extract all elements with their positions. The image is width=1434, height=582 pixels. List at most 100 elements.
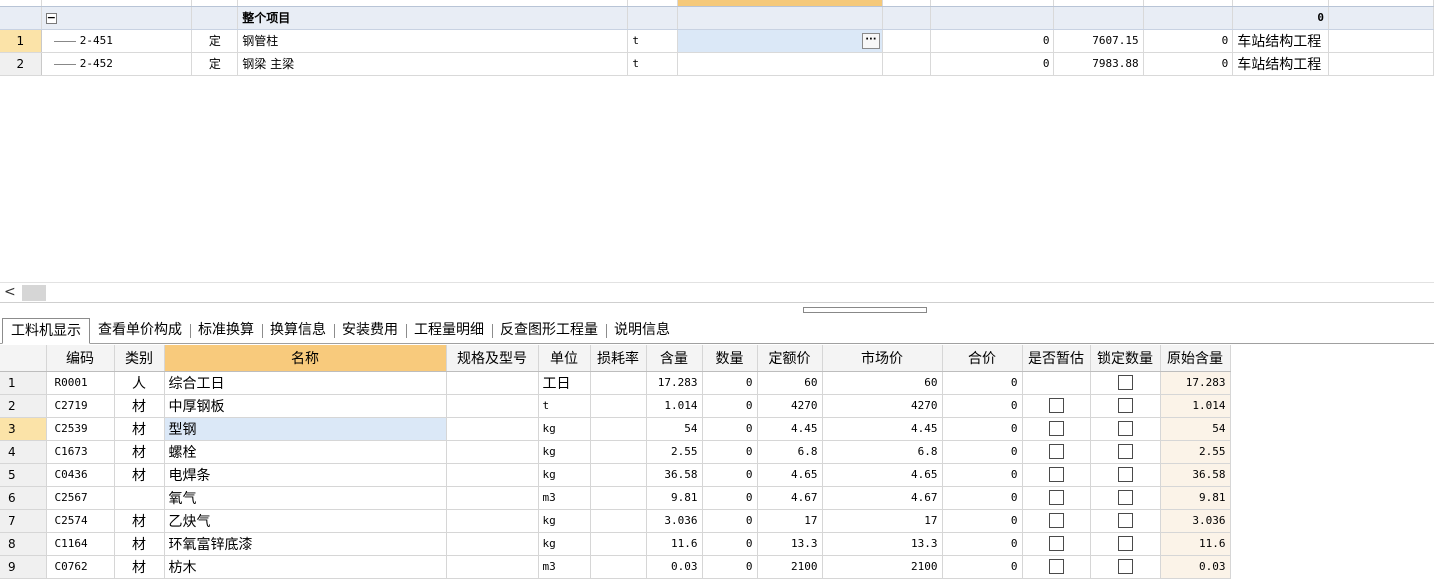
lock-qty-cell[interactable] [1090, 371, 1161, 395]
resource-total[interactable]: 0 [942, 532, 1023, 556]
row-number[interactable]: 5 [0, 463, 47, 487]
resource-unit[interactable]: kg [538, 417, 591, 441]
item-qty[interactable]: 0 [930, 29, 1055, 53]
estimate-cell[interactable] [1022, 555, 1091, 579]
lock-qty-cell[interactable] [1090, 555, 1161, 579]
tab-conversion-info[interactable]: 换算信息 [262, 319, 334, 343]
header-quantity[interactable]: 数量 [702, 345, 758, 372]
item-category[interactable]: 车站结构工程 [1232, 29, 1330, 53]
resource-name[interactable]: 型钢 [164, 417, 447, 441]
resource-spec[interactable] [446, 371, 539, 395]
resource-type[interactable] [114, 486, 165, 510]
header-unit[interactable]: 单位 [538, 345, 591, 372]
resource-code[interactable]: C1164 [46, 532, 115, 556]
estimate-checkbox[interactable] [1048, 467, 1064, 482]
item-total[interactable]: 0 [1143, 52, 1234, 76]
resource-total[interactable]: 0 [942, 371, 1023, 395]
row-number[interactable]: 9 [0, 555, 47, 579]
lock-qty-cell[interactable] [1090, 394, 1161, 418]
resource-quantity[interactable]: 0 [702, 394, 758, 418]
resource-loss-rate[interactable] [590, 555, 647, 579]
resource-code[interactable]: C1673 [46, 440, 115, 464]
resource-row[interactable]: 6 C2567 氧气 m3 9.81 0 4.67 4.67 0 9.81 [0, 486, 1231, 510]
resource-row[interactable]: 5 C0436 材电焊条 kg 36.58 0 4.65 4.65 0 36.58 [0, 463, 1231, 487]
lock-qty-cell[interactable] [1090, 463, 1161, 487]
resource-content[interactable]: 3.036 [646, 509, 703, 533]
lock-qty-checkbox[interactable] [1117, 398, 1133, 413]
resource-market-price[interactable]: 6.8 [822, 440, 943, 464]
resource-loss-rate[interactable] [590, 371, 647, 395]
tab-standard-conversion[interactable]: 标准换算 [190, 319, 262, 343]
estimate-checkbox[interactable] [1048, 513, 1064, 528]
resource-row[interactable]: 9 C0762 材枋木 m3 0.03 0 2100 2100 0 0.03 [0, 555, 1231, 579]
estimate-checkbox[interactable] [1048, 536, 1064, 551]
tab-installation-cost[interactable]: 安装费用 [334, 319, 406, 343]
resource-type[interactable]: 材 [114, 417, 165, 441]
resource-type[interactable]: 材 [114, 532, 165, 556]
lock-qty-checkbox[interactable] [1117, 559, 1133, 574]
resource-unit[interactable]: kg [538, 440, 591, 464]
row-number[interactable]: 8 [0, 532, 47, 556]
resource-code[interactable]: C2574 [46, 509, 115, 533]
lock-qty-checkbox[interactable] [1117, 421, 1133, 436]
resource-total[interactable]: 0 [942, 394, 1023, 418]
resource-market-price[interactable]: 4270 [822, 394, 943, 418]
resource-quantity[interactable]: 0 [702, 532, 758, 556]
resource-market-price[interactable]: 2100 [822, 555, 943, 579]
resource-total[interactable]: 0 [942, 417, 1023, 441]
tab-description[interactable]: 说明信息 [606, 319, 678, 343]
tab-reverse-lookup-quantity[interactable]: 反查图形工程量 [492, 319, 606, 343]
estimate-checkbox[interactable] [1048, 559, 1064, 574]
resource-loss-rate[interactable] [590, 532, 647, 556]
resource-total[interactable]: 0 [942, 440, 1023, 464]
header-quota-price[interactable]: 定额价 [757, 345, 823, 372]
resource-market-price[interactable]: 17 [822, 509, 943, 533]
estimate-cell[interactable] [1022, 463, 1091, 487]
header-type[interactable]: 类别 [114, 345, 165, 372]
ellipsis-button[interactable]: ··· [861, 32, 880, 49]
resource-unit[interactable]: t [538, 394, 591, 418]
group-row[interactable]: − 整个项目 0 [0, 6, 1434, 30]
item-name[interactable]: 钢管柱 [237, 29, 629, 53]
row-number[interactable]: 2 [0, 52, 42, 76]
item-name[interactable]: 钢梁 主梁 [237, 52, 629, 76]
resource-code[interactable]: C2567 [46, 486, 115, 510]
item-edit-cell[interactable]: ··· [677, 29, 883, 53]
resource-quantity[interactable]: 0 [702, 486, 758, 510]
resource-loss-rate[interactable] [590, 417, 647, 441]
resource-name[interactable]: 综合工日 [164, 371, 447, 395]
resource-row[interactable]: 8 C1164 材环氧富锌底漆 kg 11.6 0 13.3 13.3 0 11.6 [0, 532, 1231, 556]
resource-type[interactable]: 材 [114, 555, 165, 579]
resource-loss-rate[interactable] [590, 440, 647, 464]
resource-loss-rate[interactable] [590, 394, 647, 418]
resource-spec[interactable] [446, 417, 539, 441]
resource-quota-price[interactable]: 6.8 [757, 440, 823, 464]
resource-unit[interactable]: kg [538, 532, 591, 556]
lock-qty-cell[interactable] [1090, 509, 1161, 533]
item-price[interactable]: 7983.88 [1053, 52, 1144, 76]
item-type[interactable]: 定 [191, 29, 239, 53]
resource-unit[interactable]: 工日 [538, 371, 591, 395]
lock-qty-checkbox[interactable] [1117, 467, 1133, 482]
resource-quantity[interactable]: 0 [702, 555, 758, 579]
row-number[interactable]: 3 [0, 417, 47, 441]
row-number[interactable]: 2 [0, 394, 47, 418]
resource-row[interactable]: 1 R0001 人综合工日 工日 17.283 0 60 60 0 17.283 [0, 371, 1231, 395]
header-market-price[interactable]: 市场价 [822, 345, 943, 372]
resource-content[interactable]: 36.58 [646, 463, 703, 487]
resource-row[interactable]: 7 C2574 材乙炔气 kg 3.036 0 17 17 0 3.036 [0, 509, 1231, 533]
lock-qty-checkbox[interactable] [1117, 490, 1133, 505]
estimate-cell[interactable] [1022, 509, 1091, 533]
tab-labor-material-machine[interactable]: 工料机显示 [2, 318, 90, 344]
resource-name[interactable]: 螺栓 [164, 440, 447, 464]
estimate-cell[interactable] [1022, 486, 1091, 510]
resource-code[interactable]: C2719 [46, 394, 115, 418]
resource-loss-rate[interactable] [590, 463, 647, 487]
header-estimate[interactable]: 是否暂估 [1022, 345, 1091, 372]
resource-content[interactable]: 9.81 [646, 486, 703, 510]
header-orig-content[interactable]: 原始含量 [1160, 345, 1231, 372]
row-number[interactable]: 6 [0, 486, 47, 510]
resource-quantity[interactable]: 0 [702, 440, 758, 464]
resource-content[interactable]: 54 [646, 417, 703, 441]
resource-quantity[interactable]: 0 [702, 509, 758, 533]
